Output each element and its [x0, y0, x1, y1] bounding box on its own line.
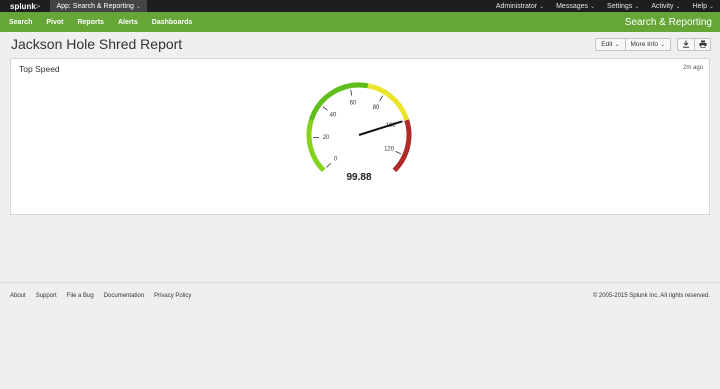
footer-link-file-bug[interactable]: File a Bug [67, 293, 94, 299]
copyright: © 2005-2015 Splunk Inc. All rights reser… [592, 293, 710, 299]
gauge-tick-0 [326, 163, 331, 168]
administrator-menu[interactable]: Administrator ⌄ [490, 3, 550, 10]
edit-button[interactable]: Edit ⌄ [595, 37, 625, 51]
help-menu[interactable]: Help ⌄ [687, 3, 720, 10]
download-icon [683, 40, 689, 48]
footer-link-about[interactable]: About [10, 293, 26, 299]
footer-link-documentation[interactable]: Documentation [104, 293, 144, 299]
app-menu-label: App: Search & Reporting [56, 2, 134, 10]
top-bar: splunk> App: Search & Reporting ⌄ Adminis… [0, 0, 720, 12]
app-menu[interactable]: App: Search & Reporting ⌄ [50, 0, 147, 12]
gauge-tick-label-40: 40 [330, 113, 337, 119]
activity-menu[interactable]: Activity ⌄ [645, 3, 686, 10]
print-icon [699, 40, 706, 48]
gauge-band-2 [367, 83, 410, 121]
gauge-tick-120 [395, 151, 402, 155]
page-title: Jackson Hole Shred Report [11, 36, 183, 52]
app-nav-bar: Search Pivot Reports Alerts Dashboards S… [0, 12, 720, 32]
chevron-down-icon: ⌄ [708, 3, 714, 10]
export-button[interactable] [677, 37, 694, 51]
nav-reports[interactable]: Reports [77, 19, 103, 26]
gauge-tick-label-0: 0 [334, 156, 338, 162]
chevron-down-icon: ⌄ [590, 3, 596, 10]
footer-link-privacy[interactable]: Privacy Policy [154, 293, 191, 299]
app-title: Search & Reporting [624, 16, 712, 28]
nav-pivot[interactable]: Pivot [46, 19, 63, 26]
nav-dashboards[interactable]: Dashboards [152, 19, 192, 26]
gauge-tick-label-120: 120 [384, 147, 395, 153]
chevron-down-icon: ⌄ [675, 3, 681, 10]
more-info-button[interactable]: More Info ⌄ [624, 37, 671, 51]
chevron-down-icon: ⌄ [135, 3, 141, 10]
gauge-tick-80 [379, 95, 384, 101]
gauge-band-1 [308, 82, 369, 121]
chevron-down-icon: ⌄ [614, 41, 620, 48]
footer: About Support File a Bug Documentation P… [0, 282, 720, 389]
gauge-tick-label-60: 60 [350, 101, 357, 107]
chevron-down-icon: ⌄ [659, 41, 665, 48]
footer-link-support[interactable]: Support [36, 293, 57, 299]
chevron-down-icon: ⌄ [634, 3, 640, 10]
speed-gauge: 02040608010012099.88 [306, 82, 412, 183]
splunk-logo[interactable]: splunk> [0, 2, 50, 11]
gauge-band-0 [306, 119, 326, 173]
dashboard-header: Jackson Hole Shred Report Edit ⌄ More Inf… [0, 32, 720, 56]
gauge-tick-40 [322, 106, 328, 111]
gauge-band-3 [392, 119, 412, 173]
gauge-tick-60 [350, 89, 353, 96]
gauge-tick-label-80: 80 [373, 105, 380, 111]
top-speed-panel: Top Speed 2m ago 0 20 40 60 80 100 120 99.88 [10, 58, 710, 215]
settings-menu[interactable]: Settings ⌄ [601, 3, 645, 10]
print-button[interactable] [694, 37, 711, 51]
nav-alerts[interactable]: Alerts [118, 19, 138, 26]
nav-search[interactable]: Search [9, 19, 32, 26]
gauge-value: 99.88 [346, 172, 371, 183]
gauge-tick-label-20: 20 [323, 135, 330, 141]
chevron-down-icon: ⌄ [539, 3, 545, 10]
messages-menu[interactable]: Messages ⌄ [550, 3, 601, 10]
